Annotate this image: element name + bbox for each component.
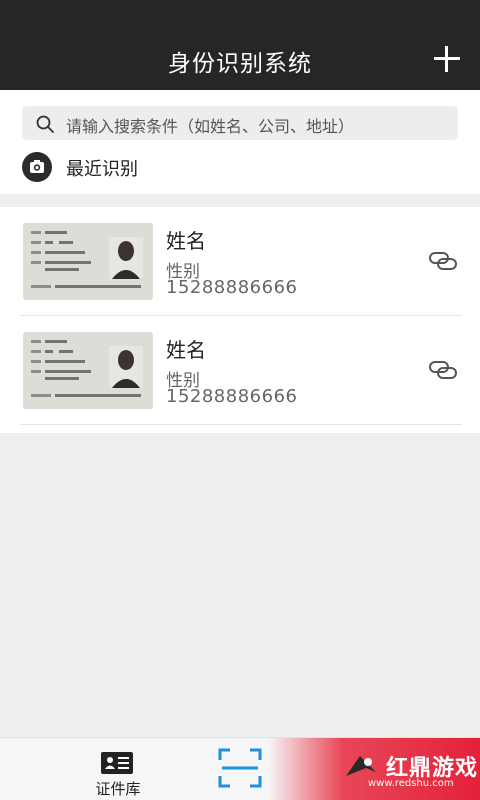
scan-icon[interactable] (218, 748, 262, 788)
list-item[interactable]: 姓名 性别 15288886666 (0, 207, 480, 316)
add-icon[interactable] (434, 46, 460, 72)
page-title: 身份识别系统 (168, 51, 312, 77)
recognition-list: 姓名 性别 15288886666 姓名 性别 15288886666 (0, 207, 480, 433)
divider (20, 424, 462, 425)
camera-icon (22, 152, 52, 182)
search-icon (36, 115, 54, 133)
id-card-thumbnail (23, 223, 153, 300)
watermark-url: www.redshu.com (368, 778, 454, 789)
search-placeholder: 请输入搜索条件（如姓名、公司、地址） (66, 117, 355, 136)
recent-label: 最近识别 (66, 159, 138, 180)
link-icon[interactable] (428, 249, 458, 273)
bottom-nav: 证件库 红鼎游戏 www.redshu.com (0, 737, 480, 800)
watermark: 红鼎游戏 www.redshu.com (268, 738, 480, 800)
person-name: 姓名 (166, 229, 206, 253)
app-header: 身份识别系统 (0, 0, 480, 90)
recent-header: 最近识别 (22, 152, 322, 182)
person-name: 姓名 (166, 338, 206, 362)
search-input[interactable]: 请输入搜索条件（如姓名、公司、地址） (22, 106, 458, 140)
link-icon[interactable] (428, 358, 458, 382)
tab-id-library-label: 证件库 (95, 780, 141, 798)
id-card-thumbnail (23, 332, 153, 409)
tab-id-library[interactable]: 证件库 (88, 748, 148, 798)
list-item[interactable]: 姓名 性别 15288886666 (0, 316, 480, 425)
search-panel: 请输入搜索条件（如姓名、公司、地址） 最近识别 (0, 90, 480, 194)
id-card-icon (101, 752, 133, 774)
person-phone: 15288886666 (166, 386, 298, 407)
person-phone: 15288886666 (166, 277, 298, 298)
